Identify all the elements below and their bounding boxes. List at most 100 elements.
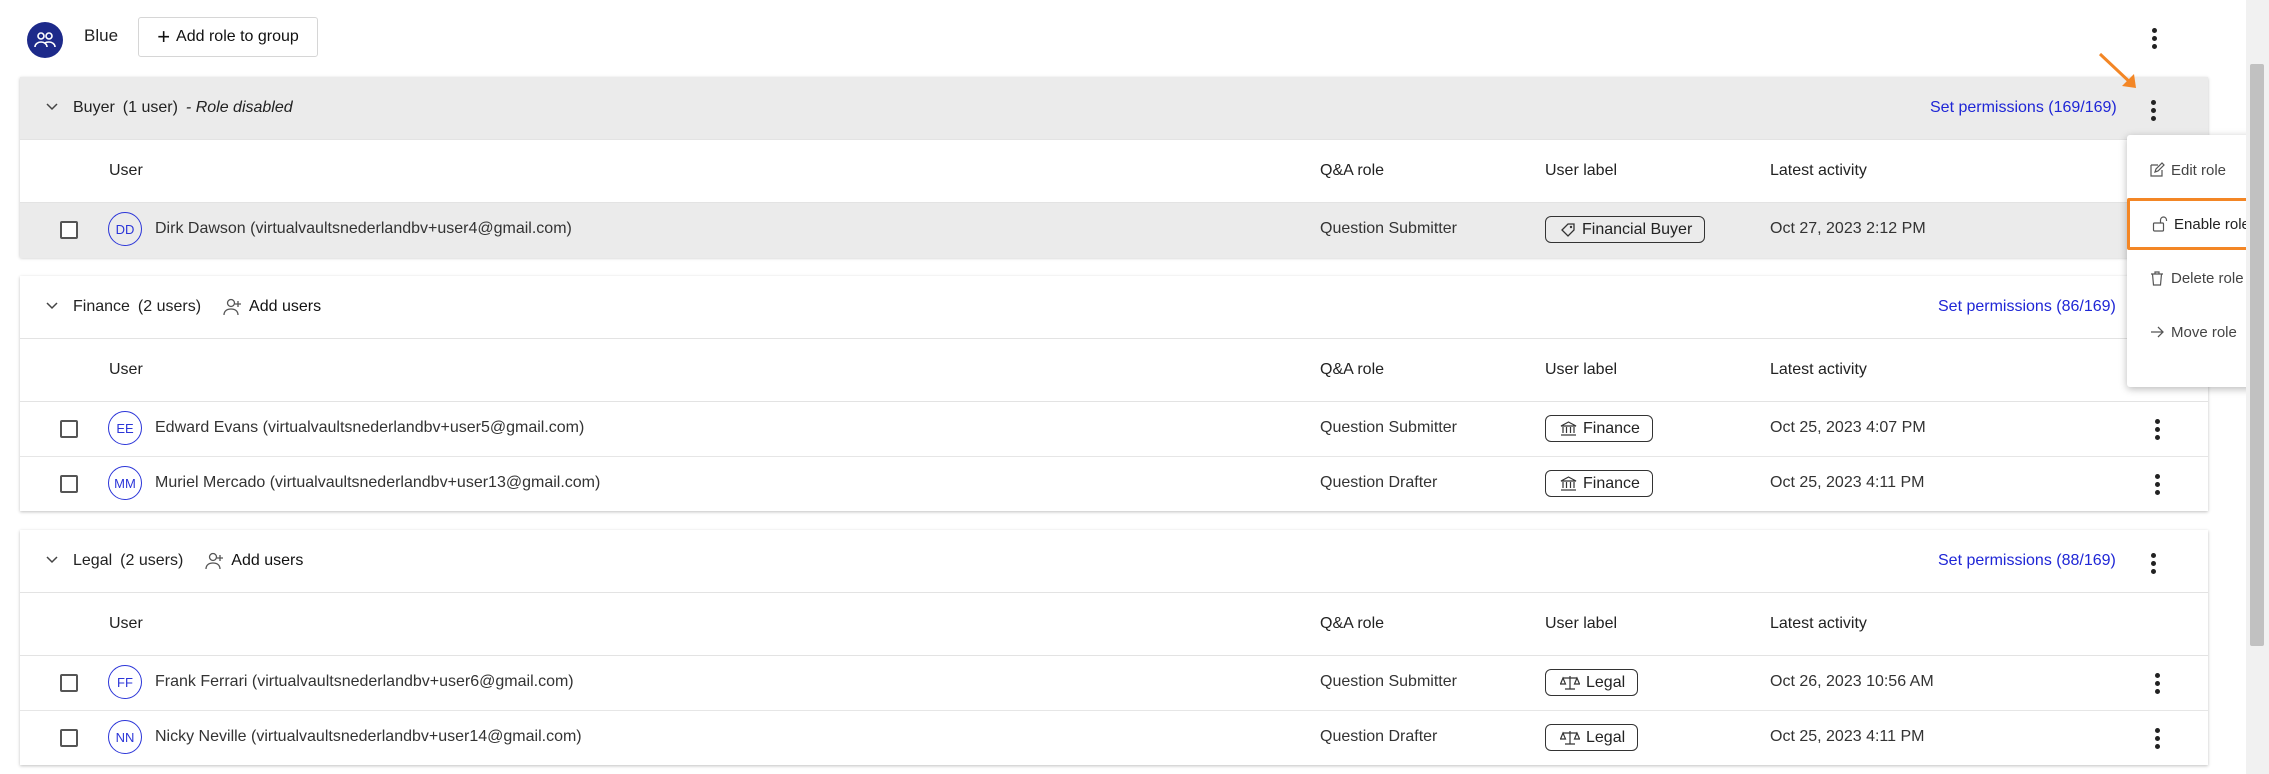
add-role-to-group-button[interactable]: + Add role to group <box>138 17 318 57</box>
add-users-label: Add users <box>231 552 304 569</box>
row-checkbox[interactable] <box>60 221 78 239</box>
user-name: Frank Ferrari (virtualvaultsnederlandbv+… <box>155 673 574 690</box>
role-name: Legal <box>73 552 113 569</box>
column-header-row: User Q&A role User label Latest activity <box>20 339 2208 402</box>
avatar: EE <box>108 411 142 445</box>
unlock-icon <box>2152 216 2168 232</box>
row-checkbox[interactable] <box>60 729 78 747</box>
row-more-options-icon[interactable] <box>2144 469 2170 499</box>
column-header-row: User Q&A role User label Latest activity <box>20 593 2208 656</box>
user-name: Dirk Dawson (virtualvaultsnederlandbv+us… <box>155 220 572 237</box>
role-section-finance: Finance (2 users) Add users Set permissi… <box>20 276 2208 511</box>
role-title: Legal (2 users) Add users <box>73 552 303 570</box>
user-label-text: Legal <box>1586 728 1626 746</box>
add-users-button[interactable]: Add users <box>205 552 303 570</box>
user-label-badge: Finance <box>1545 470 1653 497</box>
plus-icon: + <box>157 24 171 49</box>
scales-icon <box>1560 730 1580 745</box>
user-name: Nicky Neville (virtualvaultsnederlandbv+… <box>155 728 582 745</box>
column-user: User <box>109 615 143 632</box>
role-section-buyer: Buyer (1 user) - Role disabled Set permi… <box>20 77 2208 258</box>
user-label-text: Financial Buyer <box>1582 220 1693 238</box>
set-permissions-link[interactable]: Set permissions (86/169) <box>1938 298 2116 316</box>
column-latest-activity: Latest activity <box>1770 162 1867 179</box>
group-icon <box>27 22 63 58</box>
group-more-options-icon[interactable] <box>2141 23 2167 53</box>
latest-activity: Oct 27, 2023 2:12 PM <box>1770 220 1926 237</box>
chevron-down-icon[interactable] <box>44 551 60 567</box>
role-name: Buyer <box>73 99 115 116</box>
row-checkbox[interactable] <box>60 674 78 692</box>
user-label-badge: Financial Buyer <box>1545 216 1706 243</box>
latest-activity: Oct 25, 2023 4:11 PM <box>1770 474 1925 491</box>
table-row: EE Edward Evans (virtualvaultsnederlandb… <box>20 402 2208 457</box>
role-user-count: (2 users) <box>137 298 202 315</box>
user-label-badge: Legal <box>1545 724 1639 751</box>
row-checkbox[interactable] <box>60 420 78 438</box>
user-name: Edward Evans (virtualvaultsnederlandbv+u… <box>155 419 585 436</box>
menu-item-label: Delete role <box>2171 269 2244 287</box>
scales-icon <box>1560 675 1580 690</box>
chevron-down-icon[interactable] <box>44 297 60 313</box>
latest-activity: Oct 25, 2023 4:11 PM <box>1770 728 1925 745</box>
set-permissions-link[interactable]: Set permissions (88/169) <box>1938 552 2116 570</box>
column-user: User <box>109 361 143 378</box>
qa-role: Question Submitter <box>1320 419 1457 436</box>
column-latest-activity: Latest activity <box>1770 615 1867 632</box>
row-more-options-icon[interactable] <box>2144 723 2170 753</box>
column-user-label: User label <box>1545 615 1618 632</box>
column-header-row: User Q&A role User label Latest activity <box>20 140 2208 203</box>
avatar: MM <box>108 466 142 500</box>
user-label-text: Finance <box>1583 474 1640 492</box>
role-user-count: (1 user) <box>122 99 178 116</box>
row-more-options-icon[interactable] <box>2144 668 2170 698</box>
arrow-annotation-icon <box>2098 52 2136 88</box>
table-row: DD Dirk Dawson (virtualvaultsnederlandbv… <box>20 203 2208 258</box>
row-more-options-icon[interactable] <box>2144 414 2170 444</box>
add-role-label: Add role to group <box>176 28 299 45</box>
role-header-buyer: Buyer (1 user) - Role disabled Set permi… <box>20 77 2208 140</box>
arrow-right-icon <box>2151 326 2164 338</box>
column-qa-role: Q&A role <box>1320 162 1385 179</box>
role-user-count: (2 users) <box>120 552 184 569</box>
avatar: NN <box>108 720 142 754</box>
add-user-icon <box>223 298 242 316</box>
role-more-options-icon[interactable] <box>2140 95 2166 125</box>
menu-item-label: Edit role <box>2171 161 2227 179</box>
add-user-icon <box>205 552 224 570</box>
qa-role: Question Drafter <box>1320 474 1438 491</box>
table-row: NN Nicky Neville (virtualvaultsnederland… <box>20 711 2208 766</box>
role-header-legal: Legal (2 users) Add users Set permission… <box>20 530 2208 593</box>
row-checkbox[interactable] <box>60 475 78 493</box>
bank-icon <box>1560 420 1577 436</box>
add-users-button[interactable]: Add users <box>223 298 321 316</box>
table-row: MM Muriel Mercado (virtualvaultsnederlan… <box>20 457 2208 512</box>
chevron-down-icon[interactable] <box>44 98 60 114</box>
menu-item-label: Enable role <box>2174 215 2250 233</box>
scrollbar-thumb[interactable] <box>2250 64 2264 646</box>
role-disabled-note: - Role disabled <box>185 99 293 116</box>
role-title: Finance (2 users) Add users <box>73 298 321 316</box>
qa-role: Question Drafter <box>1320 728 1438 745</box>
add-users-label: Add users <box>249 298 322 315</box>
role-more-options-icon[interactable] <box>2140 548 2166 578</box>
tag-icon <box>1561 222 1575 237</box>
column-latest-activity: Latest activity <box>1770 361 1867 378</box>
user-name: Muriel Mercado (virtualvaultsnederlandbv… <box>155 474 601 491</box>
role-title: Buyer (1 user) - Role disabled <box>73 99 293 117</box>
user-label-text: Legal <box>1586 673 1626 691</box>
set-permissions-link[interactable]: Set permissions (169/169) <box>1930 99 2117 117</box>
column-user-label: User label <box>1545 361 1618 378</box>
latest-activity: Oct 26, 2023 10:56 AM <box>1770 673 1934 690</box>
role-section-legal: Legal (2 users) Add users Set permission… <box>20 530 2208 765</box>
qa-role: Question Submitter <box>1320 673 1457 690</box>
group-name: Blue <box>84 26 119 45</box>
column-user: User <box>109 162 143 179</box>
user-label-badge: Legal <box>1545 669 1639 696</box>
avatar: FF <box>108 665 142 699</box>
column-qa-role: Q&A role <box>1320 615 1385 632</box>
qa-role: Question Submitter <box>1320 220 1457 237</box>
column-user-label: User label <box>1545 162 1618 179</box>
user-label-text: Finance <box>1583 419 1640 437</box>
trash-icon <box>2151 271 2163 286</box>
